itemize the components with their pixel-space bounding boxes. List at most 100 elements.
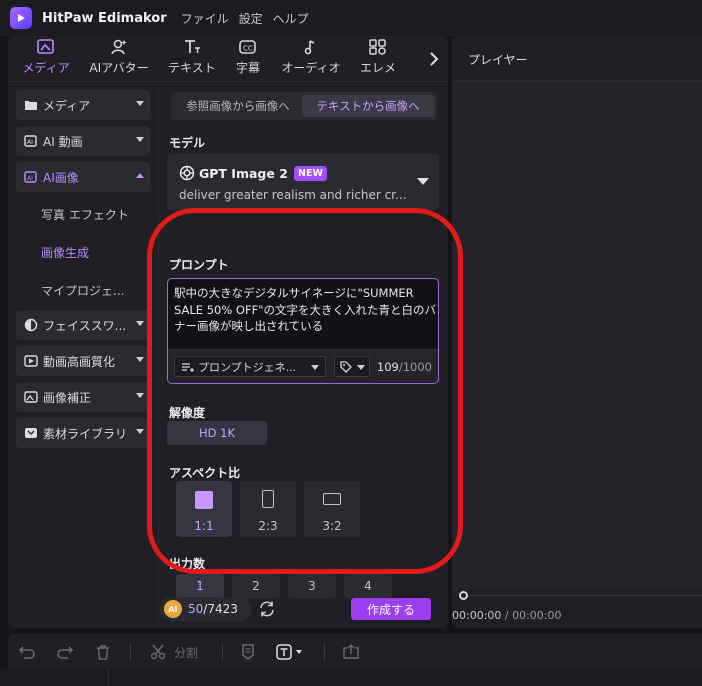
sidebar-item-media[interactable]: メディア — [16, 90, 150, 120]
audio-icon — [302, 38, 320, 56]
tag-dropdown[interactable] — [334, 356, 370, 377]
menu-file[interactable]: ファイル — [181, 10, 229, 27]
count-3-button[interactable]: 3 — [288, 574, 336, 598]
output-count-label: 出力数 — [169, 557, 206, 571]
tab-media[interactable]: メディア — [16, 36, 76, 81]
subtitle-icon: CC — [239, 38, 257, 56]
library-icon — [24, 426, 38, 440]
chevron-down-icon — [357, 365, 365, 370]
sidebar-sub-photo-effect[interactable]: 写真 エフェクト — [41, 206, 129, 223]
resolution-hd1k-button[interactable]: HD 1K — [167, 421, 267, 445]
sidebar-item-ai-image[interactable]: AI AI画像 — [16, 162, 150, 192]
refresh-icon[interactable] — [258, 600, 276, 618]
chevron-down-icon — [136, 321, 144, 326]
svg-text:AI: AI — [27, 175, 33, 182]
prompt-generator-dropdown[interactable]: プロンプトジェネ... — [174, 356, 326, 377]
prompt-label: プロンプト — [169, 258, 229, 272]
count-1-button[interactable]: 1 — [176, 574, 224, 598]
split-label[interactable]: 分割 — [174, 644, 198, 661]
credits-badge: AI 50/7423 — [160, 597, 252, 621]
chevron-down-icon — [136, 137, 144, 142]
tag-icon — [340, 361, 352, 373]
scissors-icon[interactable] — [150, 643, 168, 661]
prompt-textarea[interactable]: 駅中の大きなデジタルサイネージに"SUMMER SALE 50% OFF"の文字… — [167, 278, 439, 384]
prompt-footer: プロンプトジェネ... 109/1000 — [168, 349, 438, 383]
sidebar-sub-image-generation[interactable]: 画像生成 — [41, 244, 89, 261]
sidebar-item-library[interactable]: 素材ライブラリ — [16, 418, 150, 448]
aspect-3-2-button[interactable]: 3:2 — [304, 481, 360, 537]
tab-subtitle[interactable]: CC 字幕 — [228, 36, 268, 81]
menu-settings[interactable]: 設定 — [239, 10, 263, 27]
square-icon — [195, 491, 213, 509]
face-swap-icon — [24, 318, 38, 332]
credits-count: 50/7423 — [188, 602, 238, 616]
tab-ai-avatar[interactable]: AIアバター — [84, 36, 154, 81]
menu-help[interactable]: ヘルプ — [273, 10, 309, 27]
list-add-icon — [182, 362, 194, 372]
timecode: 00:00:00 / 00:00:00 — [452, 609, 562, 622]
chevron-down-icon — [136, 429, 144, 434]
sidebar-item-ai-video[interactable]: AI AI 動画 — [16, 126, 150, 156]
mode-segment: 参照画像から画像へ テキストから画像へ — [171, 92, 437, 120]
ai-image-icon: AI — [24, 170, 38, 184]
aspect-2-3-button[interactable]: 2:3 — [240, 481, 296, 537]
player-panel: プレイヤー 00:00:00 / 00:00:00 — [452, 36, 702, 628]
playhead-handle[interactable] — [459, 591, 468, 600]
aspect-1-1-button[interactable]: 1:1 — [176, 481, 232, 537]
tab-elements[interactable]: エレメ — [356, 36, 400, 81]
svg-text:AI: AI — [27, 139, 33, 146]
timeline-area — [0, 668, 702, 686]
chevron-right-icon[interactable] — [426, 48, 442, 70]
count-4-button[interactable]: 4 — [344, 574, 392, 598]
model-description: deliver greater realism and richer cr... — [179, 188, 407, 202]
sidebar-item-enhance[interactable]: 動画高画質化 — [16, 346, 150, 376]
prompt-text: 駅中の大きなデジタルサイネージに"SUMMER SALE 50% OFF"の文字… — [174, 286, 436, 333]
tab-image-to-image[interactable]: 参照画像から画像へ — [174, 95, 302, 117]
progress-track[interactable] — [468, 595, 702, 596]
sidebar-sub-my-projects[interactable]: マイプロジェ... — [41, 282, 124, 299]
tab-text[interactable]: テキスト — [166, 36, 218, 81]
trash-icon[interactable] — [94, 643, 112, 661]
model-select[interactable]: GPT Image 2 NEW deliver greater realism … — [167, 154, 439, 210]
main-toolbar: メディア AIアバター テキスト CC 字幕 オーディオ エレメ — [8, 36, 448, 82]
create-button[interactable]: 作成する — [351, 598, 431, 620]
ai-video-icon: AI — [24, 134, 38, 148]
marker-icon[interactable] — [239, 643, 257, 661]
aspect-label: アスペクト比 — [169, 466, 241, 480]
tab-text-to-image[interactable]: テキストから画像へ — [302, 95, 434, 117]
landscape-icon — [323, 493, 341, 505]
enhance-icon — [24, 354, 38, 368]
openai-icon — [179, 165, 195, 181]
element-icon — [369, 38, 387, 56]
title-bar: HitPaw Edimakor ファイル 設定 ヘルプ — [0, 0, 702, 36]
model-name: GPT Image 2 — [199, 166, 288, 181]
timeline-toolbar: 分割 — [8, 634, 702, 668]
sidebar-item-face-swap[interactable]: フェイススワ... — [16, 310, 150, 340]
undo-icon[interactable] — [18, 643, 36, 661]
avatar-icon — [110, 38, 128, 56]
player-title: プレイヤー — [468, 53, 528, 67]
export-frame-icon[interactable] — [342, 643, 360, 661]
portrait-icon — [262, 490, 274, 508]
coin-icon: AI — [164, 600, 182, 618]
chevron-down-icon — [311, 365, 319, 370]
app-title: HitPaw Edimakor — [42, 10, 167, 26]
resolution-label: 解像度 — [169, 406, 206, 420]
folder-icon — [24, 98, 38, 112]
text-icon — [183, 38, 201, 56]
chevron-down-icon — [136, 393, 144, 398]
content-panel: 参照画像から画像へ テキストから画像へ モデル GPT Image 2 NEW … — [158, 84, 448, 628]
tab-audio[interactable]: オーディオ — [278, 36, 344, 81]
text-tool-dropdown[interactable] — [276, 643, 306, 661]
new-badge: NEW — [294, 166, 327, 181]
chevron-down-icon — [136, 357, 144, 362]
media-icon — [37, 38, 55, 56]
sidebar-item-image-fix[interactable]: 画像補正 — [16, 382, 150, 412]
image-fix-icon — [24, 390, 38, 404]
chevron-down-icon — [136, 101, 144, 106]
chevron-up-icon — [136, 173, 144, 178]
app-logo-icon — [10, 7, 32, 29]
redo-icon[interactable] — [56, 643, 74, 661]
char-counter: 109/1000 — [376, 360, 432, 374]
count-2-button[interactable]: 2 — [232, 574, 280, 598]
